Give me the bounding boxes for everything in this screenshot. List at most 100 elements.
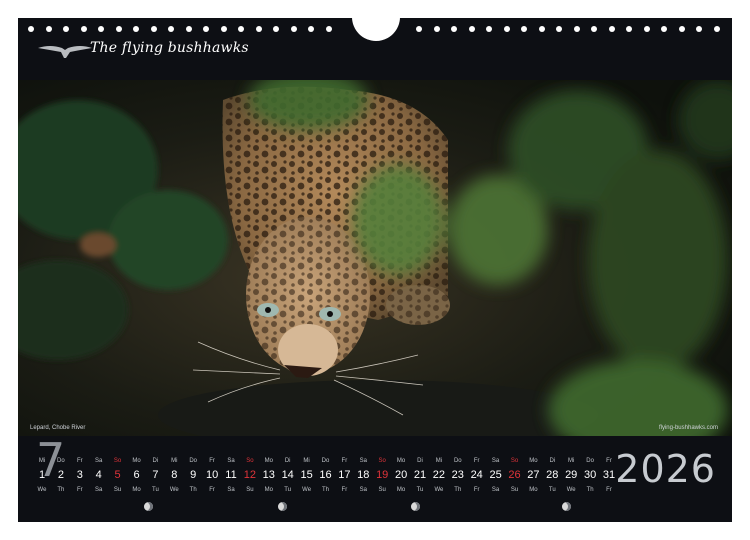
day-name: Do bbox=[57, 458, 65, 464]
binding-hole bbox=[290, 26, 297, 32]
day-name: Do bbox=[321, 458, 330, 464]
day-name: Di bbox=[284, 458, 291, 464]
binding-hole bbox=[538, 26, 545, 32]
day-name: Fr bbox=[209, 458, 215, 464]
day-name-english: Sa bbox=[227, 487, 235, 493]
day-name-english: Th bbox=[189, 487, 197, 493]
binding-hole bbox=[433, 26, 440, 32]
binding-hole bbox=[713, 26, 720, 32]
binding-hole bbox=[626, 26, 632, 32]
day-number: 18 bbox=[357, 469, 370, 481]
day-name-english: Tu bbox=[284, 487, 292, 493]
day-name-english: Mo bbox=[264, 487, 273, 493]
day-name: So bbox=[378, 458, 386, 464]
day-number: 23 bbox=[451, 469, 464, 481]
binding-hole bbox=[80, 26, 87, 32]
day-name: Sa bbox=[491, 458, 500, 464]
day-name: Fr bbox=[341, 458, 348, 464]
day-name-english: Fr bbox=[209, 487, 215, 493]
day-number: 6 bbox=[133, 469, 140, 481]
binding-hole bbox=[98, 26, 104, 32]
day-name-english: We bbox=[434, 487, 444, 493]
binding-hole bbox=[168, 26, 174, 32]
day-number: 10 bbox=[205, 469, 219, 481]
brand-title: The flying bushhawks bbox=[90, 40, 249, 56]
binding-hole bbox=[468, 26, 475, 32]
binding-hole bbox=[678, 26, 685, 32]
day-name: Mo bbox=[132, 458, 141, 464]
day-number: 29 bbox=[565, 469, 578, 481]
binding-hole bbox=[521, 26, 527, 32]
day-name: Do bbox=[189, 458, 198, 464]
day-name-english: Th bbox=[586, 487, 594, 493]
binding-hole bbox=[308, 26, 314, 32]
day-grid: Mi 1 We Do 2 Th Fr 3 Fr Sa 4 Sa So 5 Su Mo 6 Mo Di 7 Tu Mi 8 We… bbox=[33, 458, 616, 498]
day-number: 26 bbox=[508, 469, 521, 481]
day-name-english: Sa bbox=[95, 487, 103, 493]
full-moon-icon bbox=[144, 502, 153, 511]
binding-hole bbox=[696, 26, 702, 32]
day-name: So bbox=[510, 458, 519, 464]
binding-hole bbox=[325, 26, 332, 32]
day-number: 19 bbox=[376, 469, 389, 481]
binding-hole bbox=[45, 26, 52, 32]
binding-hole bbox=[573, 26, 580, 32]
day-name-english: Mo bbox=[132, 487, 141, 493]
day-name-english: Su bbox=[246, 487, 254, 493]
binding-hole bbox=[63, 26, 69, 32]
day-name-english: Tu bbox=[548, 487, 556, 493]
day-name-english: Fr bbox=[76, 487, 83, 493]
day-number: 20 bbox=[394, 469, 408, 481]
day-name: Sa bbox=[227, 458, 235, 464]
day-name: Fr bbox=[473, 458, 480, 464]
day-name: Mo bbox=[396, 458, 406, 464]
day-number: 16 bbox=[319, 469, 332, 481]
day-name-english: Su bbox=[113, 487, 122, 493]
day-number: 30 bbox=[583, 469, 597, 481]
binding-hole bbox=[661, 26, 667, 32]
day-name: Di bbox=[417, 458, 423, 464]
hanger-cutout bbox=[352, 17, 400, 41]
binding-hole bbox=[503, 26, 510, 32]
day-name-english: Mo bbox=[396, 487, 406, 493]
day-number: 12 bbox=[243, 469, 257, 481]
day-name: Mi bbox=[38, 458, 46, 464]
day-number: 3 bbox=[76, 469, 83, 481]
day-name-english: We bbox=[566, 487, 576, 493]
day-name-english: Th bbox=[454, 487, 462, 493]
day-number: 15 bbox=[300, 469, 313, 481]
day-number: 2 bbox=[57, 469, 64, 481]
day-name: Do bbox=[586, 458, 594, 464]
day-name-english: Th bbox=[57, 487, 65, 493]
binding-hole bbox=[255, 26, 262, 32]
day-name: So bbox=[246, 458, 254, 464]
day-number: 13 bbox=[262, 469, 275, 481]
day-number: 5 bbox=[114, 469, 121, 481]
day-name: Mi bbox=[303, 458, 310, 464]
day-name: Mo bbox=[264, 458, 273, 464]
day-name: Di bbox=[549, 458, 556, 464]
day-number: 28 bbox=[546, 469, 559, 481]
binding-hole bbox=[643, 26, 650, 32]
binding-hole bbox=[416, 26, 422, 32]
binding-hole bbox=[556, 26, 562, 32]
day-name: Di bbox=[152, 458, 159, 464]
day-name: Sa bbox=[95, 458, 103, 464]
day-name-english: Fr bbox=[341, 487, 348, 493]
binding-hole bbox=[28, 26, 34, 32]
day-name: Fr bbox=[76, 458, 83, 464]
day-number: 11 bbox=[225, 469, 237, 481]
day-name-english: Sa bbox=[359, 487, 367, 493]
binding-hole bbox=[451, 26, 457, 32]
binding-hole bbox=[273, 26, 279, 32]
day-number: 14 bbox=[281, 469, 294, 481]
day-number: 25 bbox=[489, 469, 502, 481]
day-name-english: Tu bbox=[416, 487, 424, 493]
binding-hole bbox=[150, 26, 157, 32]
photo-caption: Lepard, Chobe River bbox=[30, 425, 86, 431]
binding-hole bbox=[486, 26, 492, 32]
binding-hole bbox=[220, 26, 227, 32]
day-name: Mi bbox=[171, 458, 178, 464]
binding-hole bbox=[115, 26, 122, 32]
day-name: So bbox=[113, 458, 122, 464]
